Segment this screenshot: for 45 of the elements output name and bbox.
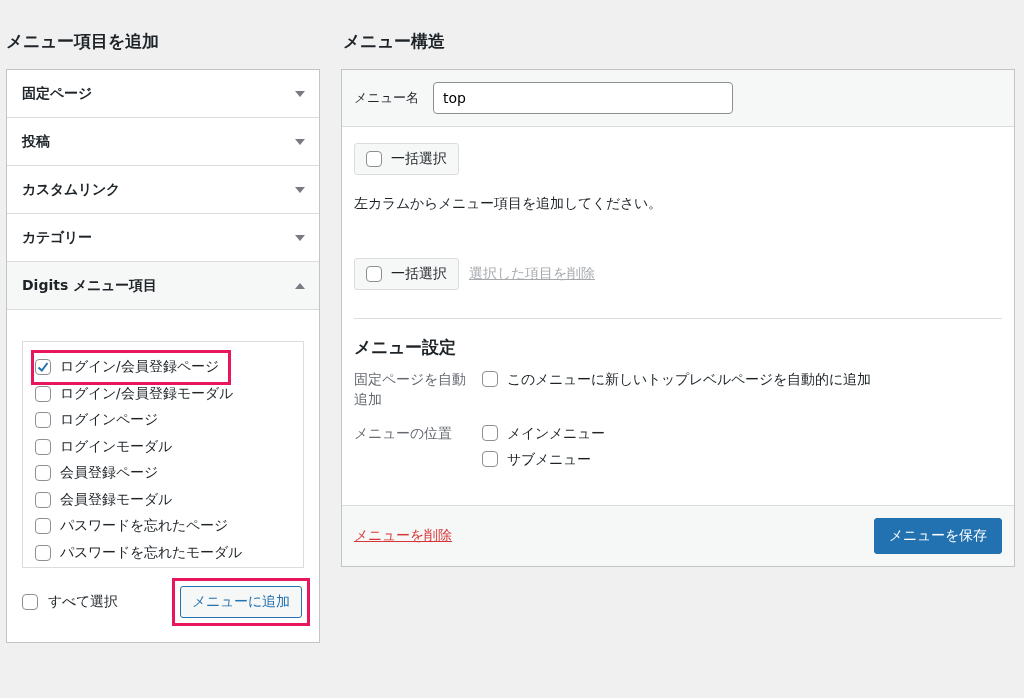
settings-heading: メニュー設定 bbox=[354, 336, 457, 359]
option-label: メインメニュー bbox=[507, 424, 605, 443]
save-menu-button[interactable]: メニューを保存 bbox=[874, 518, 1002, 554]
section-heading: メニュー構造 bbox=[343, 30, 446, 52]
auto-add-label: 固定ページを自動追加 bbox=[354, 370, 467, 409]
option-label: サブメニュー bbox=[507, 450, 591, 469]
checkbox[interactable] bbox=[35, 518, 51, 535]
checkbox[interactable] bbox=[35, 544, 51, 561]
item-label: ログイン/会員登録モーダル bbox=[60, 384, 233, 403]
item-label: 会員登録ページ bbox=[60, 464, 158, 483]
checkbox[interactable] bbox=[366, 266, 382, 282]
option-label: このメニューに新しいトップレベルページを自動的に追加 bbox=[507, 370, 871, 389]
section-heading: メニュー項目を追加 bbox=[6, 30, 160, 52]
item-label: ログインモーダル bbox=[60, 437, 172, 456]
bulk-select-button[interactable]: 一括選択 bbox=[354, 143, 459, 175]
checkbox[interactable] bbox=[482, 425, 498, 441]
item-label: パスワードを忘れたページ bbox=[60, 517, 228, 536]
item-label: ログイン/会員登録ページ bbox=[60, 358, 219, 377]
select-all-label: すべて選択 bbox=[48, 593, 118, 611]
caret-down-icon bbox=[295, 186, 305, 193]
checkbox[interactable] bbox=[482, 451, 498, 467]
checkbox[interactable] bbox=[482, 371, 498, 387]
accordion-header[interactable]: Digits メニュー項目 bbox=[7, 262, 319, 310]
checkbox[interactable] bbox=[35, 465, 51, 482]
checkbox[interactable] bbox=[35, 491, 51, 508]
menu-name-label: メニュー名 bbox=[354, 89, 419, 107]
item-label: パスワードを忘れたモーダル bbox=[60, 543, 242, 562]
checkbox[interactable] bbox=[22, 594, 38, 610]
caret-down-icon bbox=[295, 90, 305, 97]
checkbox[interactable] bbox=[366, 151, 382, 167]
checkbox[interactable] bbox=[35, 438, 51, 455]
checkbox[interactable] bbox=[35, 385, 51, 402]
instruction-text: 左カラムからメニュー項目を追加してください。 bbox=[354, 195, 663, 213]
caret-down-icon bbox=[295, 234, 305, 241]
item-label: 会員登録モーダル bbox=[60, 490, 172, 509]
add-to-menu-button[interactable]: メニューに追加 bbox=[180, 586, 302, 618]
bulk-select-button[interactable]: 一括選択 bbox=[354, 258, 459, 290]
menu-name-field[interactable]: top bbox=[433, 82, 733, 114]
caret-up-icon bbox=[295, 282, 305, 289]
checkbox[interactable] bbox=[35, 412, 51, 429]
delete-menu-link[interactable]: メニューを削除 bbox=[354, 527, 452, 545]
item-label: ログインページ bbox=[60, 411, 158, 430]
caret-down-icon bbox=[295, 138, 305, 145]
checkbox[interactable] bbox=[35, 359, 51, 376]
location-label: メニューの位置 bbox=[354, 424, 453, 443]
